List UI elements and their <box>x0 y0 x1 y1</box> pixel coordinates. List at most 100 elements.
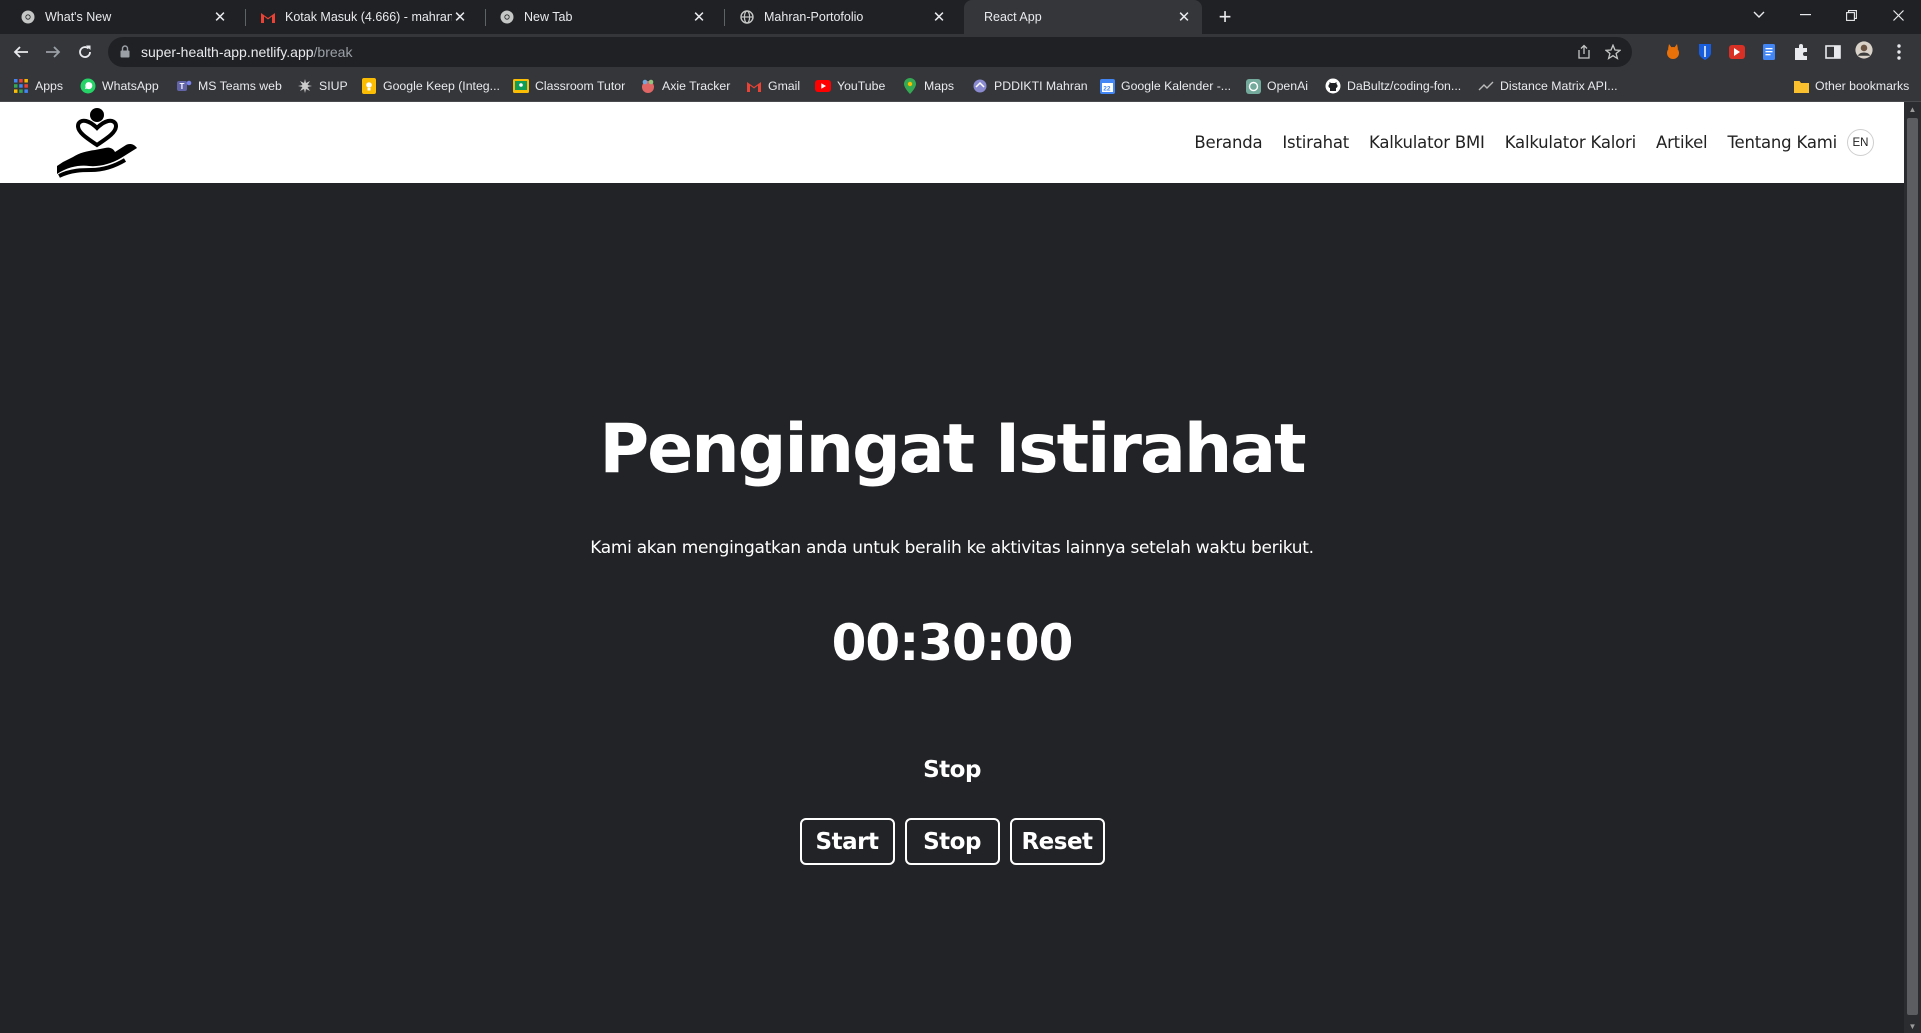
tab-gmail[interactable]: Kotak Masuk (4.666) - mahran.ra ✕ <box>240 0 478 34</box>
bookmark-classroom-tutor[interactable]: Classroom Tutor <box>513 70 625 102</box>
tab-react-app[interactable]: React App ✕ <box>964 0 1202 34</box>
url-text: super-health-app.netlify.app/break <box>141 37 352 67</box>
scroll-down-arrow-icon[interactable]: ▼ <box>1904 1019 1921 1033</box>
nav-link-beranda[interactable]: Beranda <box>1194 133 1262 152</box>
nav-link-tentang-kami[interactable]: Tentang Kami <box>1727 133 1837 152</box>
reset-button[interactable]: Reset <box>1009 818 1105 865</box>
side-panel-icon[interactable] <box>1824 43 1842 61</box>
lock-icon[interactable] <box>120 45 130 63</box>
chrome-icon <box>499 9 515 25</box>
bookmark-pddikti[interactable]: PDDIKTI Mahran <box>972 70 1088 102</box>
other-bookmarks-label: Other bookmarks <box>1815 79 1910 93</box>
language-toggle-button[interactable]: EN <box>1847 129 1874 156</box>
other-bookmarks[interactable]: Other bookmarks <box>1793 70 1909 102</box>
bookmark-label: SIUP <box>319 79 348 93</box>
axie-icon <box>640 78 656 94</box>
classroom-icon <box>513 78 529 94</box>
new-tab-button[interactable]: + <box>1212 4 1238 30</box>
bookmark-axie-tracker[interactable]: Axie Tracker <box>640 70 730 102</box>
folder-icon <box>1793 78 1809 94</box>
bookmark-google-keep[interactable]: Google Keep (Integ... <box>361 70 500 102</box>
nav-link-kalkulator-bmi[interactable]: Kalkulator BMI <box>1369 133 1485 152</box>
care-hand-logo-icon[interactable] <box>55 104 139 178</box>
menu-kebab-icon[interactable] <box>1890 43 1908 61</box>
bookmark-github[interactable]: DaBultz/coding-fon... <box>1325 70 1461 102</box>
scrollbar-thumb[interactable] <box>1907 118 1918 1015</box>
gmail-icon <box>746 78 762 94</box>
bookmark-label: YouTube <box>837 79 886 93</box>
extensions-puzzle-icon[interactable] <box>1792 43 1810 61</box>
whatsapp-icon <box>80 78 96 94</box>
tab-title: New Tab <box>524 10 573 24</box>
address-bar[interactable]: super-health-app.netlify.app/break <box>108 37 1632 67</box>
bookmark-label: WhatsApp <box>102 79 159 93</box>
page-subtitle: Kami akan mengingatkan anda untuk berali… <box>590 538 1314 558</box>
tab-new-tab[interactable]: New Tab ✕ <box>479 0 717 34</box>
close-window-button[interactable] <box>1875 0 1921 30</box>
timer-status: Stop <box>923 757 981 783</box>
site-navbar: Beranda Istirahat Kalkulator BMI Kalkula… <box>0 102 1904 183</box>
bookmark-label: Google Keep (Integ... <box>383 79 500 93</box>
tab-title: React App <box>984 10 1042 24</box>
bookmark-label: MS Teams web <box>198 79 282 93</box>
browser-toolbar: super-health-app.netlify.app/break <box>0 34 1921 70</box>
restore-button[interactable] <box>1828 0 1874 30</box>
close-tab-icon[interactable]: ✕ <box>1176 9 1192 26</box>
scroll-up-arrow-icon[interactable]: ▲ <box>1904 102 1921 116</box>
tab-whats-new[interactable]: What's New ✕ <box>0 0 238 34</box>
bookmark-star-icon[interactable] <box>1604 43 1622 65</box>
url-host: super-health-app.netlify.app <box>141 44 314 60</box>
tab-search-icon[interactable] <box>1736 0 1782 30</box>
close-tab-icon[interactable]: ✕ <box>931 9 947 26</box>
tab-portfolio[interactable]: Mahran-Portofolio ✕ <box>719 0 957 34</box>
calendar-icon: 22 <box>1099 78 1115 94</box>
tab-title: Mahran-Portofolio <box>764 10 864 24</box>
bookmark-label: PDDIKTI Mahran <box>994 79 1088 93</box>
nav-link-kalkulator-kalori[interactable]: Kalkulator Kalori <box>1505 133 1637 152</box>
bookmark-label: Google Kalender -... <box>1121 79 1232 93</box>
bookmark-label: Apps <box>35 79 64 93</box>
svg-text:22: 22 <box>1103 85 1111 92</box>
youtube-icon <box>815 78 831 94</box>
bookmark-siup[interactable]: SIUP <box>297 70 348 102</box>
bookmark-label: Classroom Tutor <box>535 79 626 93</box>
bookmark-apps[interactable]: Apps <box>13 70 63 102</box>
tab-title: What's New <box>45 10 112 24</box>
distance-matrix-icon <box>1478 78 1494 94</box>
back-button[interactable] <box>6 37 36 67</box>
forward-button[interactable] <box>38 37 68 67</box>
page-scrollbar[interactable]: ▲ ▼ <box>1904 102 1921 1033</box>
fox-extension-icon[interactable] <box>1664 43 1682 61</box>
timer-controls: Start Stop Reset <box>0 818 1904 865</box>
close-tab-icon[interactable]: ✕ <box>212 9 228 26</box>
countdown-timer: 00:30:00 <box>831 614 1074 672</box>
bitwarden-extension-icon[interactable] <box>1696 43 1714 61</box>
bookmark-openai[interactable]: OpenAi <box>1245 70 1308 102</box>
share-icon[interactable] <box>1576 44 1592 65</box>
chrome-icon <box>20 9 36 25</box>
bookmark-google-calendar[interactable]: 22 Google Kalender -... <box>1099 70 1231 102</box>
close-tab-icon[interactable]: ✕ <box>691 9 707 26</box>
apps-grid-icon <box>13 78 29 94</box>
nav-link-istirahat[interactable]: Istirahat <box>1282 133 1349 152</box>
close-tab-icon[interactable]: ✕ <box>452 9 468 26</box>
bookmark-label: OpenAi <box>1267 79 1309 93</box>
docs-extension-icon[interactable] <box>1760 43 1778 61</box>
profile-avatar-icon[interactable] <box>1855 41 1873 59</box>
bookmark-ms-teams[interactable]: T MS Teams web <box>176 70 282 102</box>
teams-icon: T <box>176 78 192 94</box>
bookmark-maps[interactable]: Maps <box>902 70 954 102</box>
url-path: /break <box>313 44 353 60</box>
bookmark-youtube[interactable]: YouTube <box>815 70 885 102</box>
bookmark-gmail[interactable]: Gmail <box>746 70 800 102</box>
reload-button[interactable] <box>70 37 100 67</box>
stop-button[interactable]: Stop <box>904 818 1000 865</box>
bookmark-whatsapp[interactable]: WhatsApp <box>80 70 159 102</box>
media-extension-icon[interactable] <box>1728 43 1746 61</box>
openai-icon <box>1245 78 1261 94</box>
nav-link-artikel[interactable]: Artikel <box>1656 133 1708 152</box>
minimize-button[interactable] <box>1782 0 1828 30</box>
bookmark-distance-matrix[interactable]: Distance Matrix API... <box>1478 70 1618 102</box>
bookmark-label: Gmail <box>768 79 801 93</box>
start-button[interactable]: Start <box>799 818 895 865</box>
